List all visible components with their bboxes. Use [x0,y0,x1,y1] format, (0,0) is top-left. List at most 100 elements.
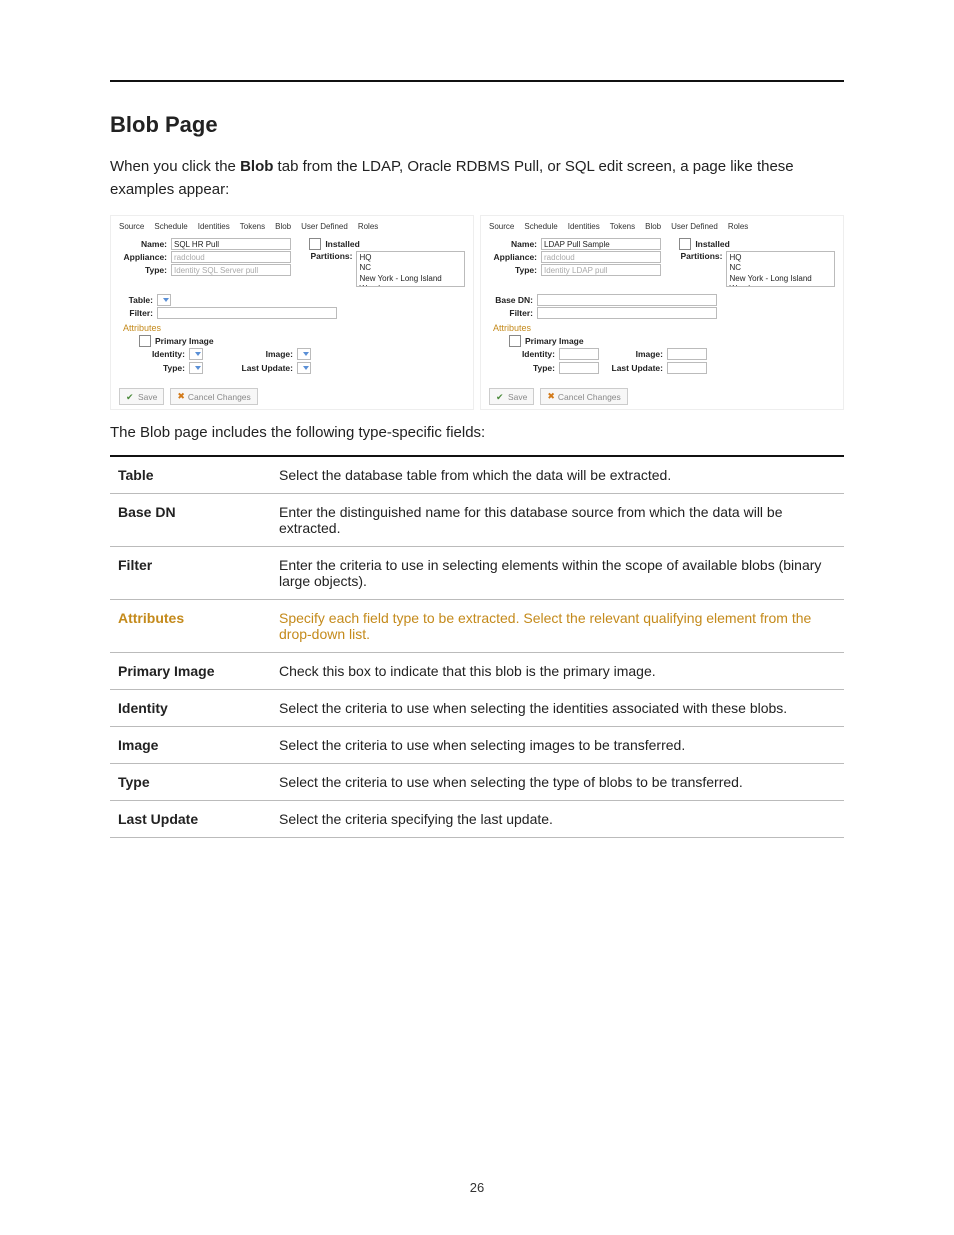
appliance-label: Appliance: [119,252,167,262]
after-shots-text: The Blob page includes the following typ… [110,424,844,441]
partition-item[interactable]: HQ [729,253,832,263]
tab-identities[interactable]: Identities [198,222,230,231]
table-row: ImageSelect the criteria to use when sel… [110,727,844,764]
tab-userdefined[interactable]: User Defined [301,222,348,231]
table-row: IdentitySelect the criteria to use when … [110,690,844,727]
cancel-icon [547,391,555,402]
definition-term: Filter [110,547,271,600]
name-label: Name: [489,239,537,249]
basedn-input[interactable] [537,294,717,306]
identity-label: Identity: [495,349,555,359]
definition-desc: Select the criteria to use when selectin… [271,764,844,801]
save-button[interactable]: Save [119,388,164,405]
name-input[interactable]: LDAP Pull Sample [541,238,661,250]
lastupdate-label: Last Update: [593,363,663,373]
filter-label: Filter: [119,308,153,318]
partition-item[interactable]: HQ [359,253,462,263]
filter-label: Filter: [489,308,533,318]
basedn-label: Base DN: [489,295,533,305]
cancel-icon [177,391,185,402]
installed-checkbox[interactable] [309,238,321,250]
image-label: Image: [223,349,293,359]
table-select[interactable] [157,294,171,306]
typef-label: Type: [495,363,555,373]
identity-select[interactable] [189,348,203,360]
screenshot-sql: Source Schedule Identities Tokens Blob U… [110,215,474,410]
partition-item[interactable]: NC [729,263,832,273]
primary-image-label: Primary Image [525,336,584,346]
definitions-table: TableSelect the database table from whic… [110,455,844,838]
tab-roles[interactable]: Roles [358,222,378,231]
tab-roles[interactable]: Roles [728,222,748,231]
definition-desc: Enter the distinguished name for this da… [271,494,844,547]
cancel-button[interactable]: Cancel Changes [170,388,257,405]
definition-desc: Select the criteria specifying the last … [271,801,844,838]
tab-tokens[interactable]: Tokens [240,222,265,231]
definition-desc: Specify each field type to be extracted.… [271,600,844,653]
attributes-header: Attributes [493,323,835,333]
definition-term: Last Update [110,801,271,838]
partitions-label: Partitions: [679,251,722,261]
lastupdate-select[interactable] [297,362,311,374]
table-row: TableSelect the database table from whic… [110,456,844,494]
tab-tokens[interactable]: Tokens [610,222,635,231]
filter-input[interactable] [537,307,717,319]
definition-term: Identity [110,690,271,727]
installed-label: Installed [325,239,359,249]
lastupdate-label: Last Update: [223,363,293,373]
partition-item[interactable]: New York - Long Island Warehouse [729,274,832,287]
table-row: AttributesSpecify each field type to be … [110,600,844,653]
tab-userdefined[interactable]: User Defined [671,222,718,231]
definition-desc: Select the database table from which the… [271,456,844,494]
top-rule [110,80,844,82]
image-select[interactable] [297,348,311,360]
page-title: Blob Page [110,112,844,138]
appliance-input[interactable]: radcloud [171,251,291,263]
filter-input[interactable] [157,307,337,319]
intro-bold: Blob [240,158,273,175]
table-row: FilterEnter the criteria to use in selec… [110,547,844,600]
name-label: Name: [119,239,167,249]
tab-schedule[interactable]: Schedule [154,222,187,231]
name-input[interactable]: SQL HR Pull [171,238,291,250]
tab-blob[interactable]: Blob [645,222,661,231]
definition-term: Attributes [110,600,271,653]
primary-image-checkbox[interactable] [509,335,521,347]
tab-source[interactable]: Source [489,222,514,231]
definition-desc: Check this box to indicate that this blo… [271,653,844,690]
cancel-button[interactable]: Cancel Changes [540,388,627,405]
table-row: Primary ImageCheck this box to indicate … [110,653,844,690]
page-number: 26 [0,1180,954,1195]
tab-bar: Source Schedule Identities Tokens Blob U… [115,220,469,233]
partitions-list[interactable]: HQ NC New York - Long Island Warehouse [356,251,465,287]
identity-label: Identity: [125,349,185,359]
partitions-list[interactable]: HQ NC New York - Long Island Warehouse [726,251,835,287]
tab-blob[interactable]: Blob [275,222,291,231]
partition-item[interactable]: NC [359,263,462,273]
definition-term: Image [110,727,271,764]
check-icon [126,392,135,401]
save-button[interactable]: Save [489,388,534,405]
type-label: Type: [119,265,167,275]
typef-select[interactable] [189,362,203,374]
type-input[interactable]: Identity SQL Server pull [171,264,291,276]
check-icon [496,392,505,401]
type-label: Type: [489,265,537,275]
tab-source[interactable]: Source [119,222,144,231]
installed-checkbox[interactable] [679,238,691,250]
lastupdate-input[interactable] [667,362,707,374]
primary-image-checkbox[interactable] [139,335,151,347]
tab-bar: Source Schedule Identities Tokens Blob U… [485,220,839,233]
attributes-header: Attributes [123,323,465,333]
intro-paragraph: When you click the Blob tab from the LDA… [110,156,844,201]
image-input[interactable] [667,348,707,360]
type-input[interactable]: Identity LDAP pull [541,264,661,276]
definition-term: Table [110,456,271,494]
definition-term: Primary Image [110,653,271,690]
appliance-input[interactable]: radcloud [541,251,661,263]
definition-desc: Select the criteria to use when selectin… [271,690,844,727]
partition-item[interactable]: New York - Long Island Warehouse [359,274,462,287]
tab-schedule[interactable]: Schedule [524,222,557,231]
table-row: Base DNEnter the distinguished name for … [110,494,844,547]
tab-identities[interactable]: Identities [568,222,600,231]
